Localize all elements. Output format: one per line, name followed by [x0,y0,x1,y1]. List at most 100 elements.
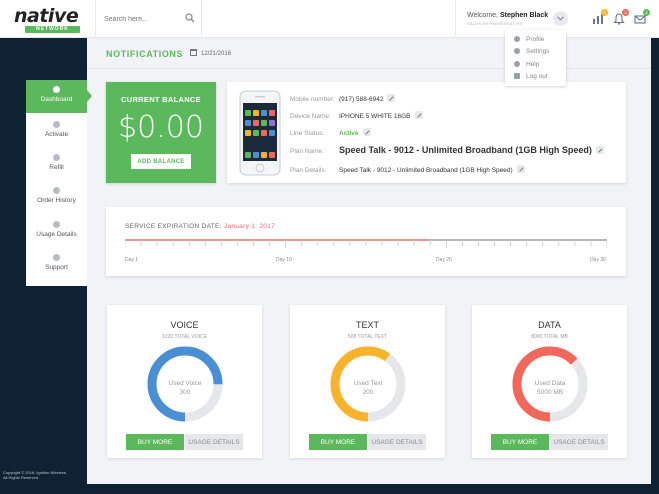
expiration-title: SERVICE EXPIRATION DATE: January 1, 2017 [125,223,275,230]
device-info-card: Mobile number: (917) 588-6942 Device Name… [227,82,626,183]
edit-pencil-icon[interactable] [516,165,525,173]
edit-pencil-icon[interactable] [414,111,423,119]
info-label: Mobile number: [290,96,335,103]
info-row-mobile: Mobile number: (917) 588-6942 [290,94,396,103]
menu-item-help[interactable]: Help [514,60,539,69]
sidebar: Dashboard Activate Refill Order History … [26,80,92,286]
sidebar-item-dashboard[interactable]: Dashboard [26,80,92,113]
messages-button[interactable]: 1 [634,9,650,24]
service-expiration-card: SERVICE EXPIRATION DATE: January 1, 2017… [106,207,626,276]
expiration-progress-track [125,239,607,248]
user-role: SALES REPRESENTATIVE [467,21,523,26]
current-balance-card: CURRENT BALANCE $0.00 ADD BALANCE [106,82,216,183]
sidebar-item-refill[interactable]: Refill [26,148,87,181]
date-text: 12/21/2016 [201,51,232,57]
tick-label-day-20: Day 20 [436,257,452,263]
expiration-date: January 1, 2017 [223,223,276,230]
menu-item-label: Log out [526,73,548,80]
expiration-label: SERVICE EXPIRATION DATE: [125,223,222,230]
stats-badge: 1 [601,9,608,16]
used-value: 300 [179,389,191,396]
info-label: Line Status: [290,130,325,137]
phone-image [239,90,281,176]
used-value: 5000 MB [536,389,564,396]
copyright-line: All Rights Reserved. [3,475,40,480]
user-name: Stephen Black [499,12,549,19]
edit-pencil-icon[interactable] [387,94,396,102]
used-value: 200 [362,389,374,396]
sidebar-item-label: Usage Details [36,231,77,238]
data-usage-card: DATA 8000 TOTAL MB Used Data 5000 MB BUY … [472,305,627,458]
calendar-icon [190,49,197,56]
text-usage-details-button[interactable]: USAGE DETAILS [368,434,426,450]
info-row-plan-details: Plan Details: Speed Talk - 9012 - Unlimit… [290,165,525,174]
edit-pencil-icon[interactable] [362,128,371,136]
logo-subtext: NETWORK [25,26,80,33]
menu-item-settings[interactable]: Settings [514,47,550,56]
tick-label-day-10: Day 10 [276,257,292,263]
sidebar-item-order-history[interactable]: Order History [26,181,87,214]
header-divider [87,68,651,69]
info-label: Plan Name: [290,148,324,155]
sidebar-item-label: Dashboard [40,96,73,103]
info-row-device: Device Name: IPHONE 5 WHITE 16GB [290,111,423,120]
donut-center-label: Used Voice 300 [146,379,224,397]
messages-badge: 1 [643,9,650,16]
user-dropdown-menu: Profile Settings Help Log out [505,30,566,86]
sidebar-item-label: Order History [37,197,76,204]
support-icon [53,254,60,261]
brand-logo[interactable]: native NETWORK [14,7,80,33]
sidebar-item-support[interactable]: Support [26,248,87,281]
usage-title: VOICE [170,320,199,330]
sidebar-item-activate[interactable]: Activate [26,115,87,148]
usage-total: 1220 TOTAL VOICE [162,334,207,340]
text-usage-card: TEXT 508 TOTAL TEXT Used Text 200 BUY MOR… [290,305,445,458]
order-history-icon [53,187,60,194]
plan-details: Speed Talk - 9012 - Unlimited Broadband … [339,167,513,174]
donut-center-label: Used Text 200 [329,379,407,397]
menu-item-profile[interactable]: Profile [514,35,544,44]
logout-icon [514,72,520,79]
info-row-plan-name: Plan Name: Speed Talk - 9012 - Unlimited … [290,145,604,155]
notifications-button[interactable]: 3 [613,9,629,25]
search-input[interactable] [104,12,182,26]
voice-usage-details-button[interactable]: USAGE DETAILS [185,434,243,450]
add-balance-button[interactable]: ADD BALANCE [131,154,191,169]
logo-text: native [14,5,79,27]
chevron-down-icon [557,16,564,21]
buy-more-data-button[interactable]: BUY MORE [491,434,549,450]
usage-total: 8000 TOTAL MB [531,334,568,340]
balance-title: CURRENT BALANCE [121,95,201,104]
info-label: Plan Details: [290,167,327,174]
sidebar-item-usage-details[interactable]: Usage Details [26,215,87,248]
refill-icon [53,154,60,161]
activate-icon [53,121,60,128]
search-box [95,0,202,38]
voice-usage-card: VOICE 1220 TOTAL VOICE Used Voice 300 BUY… [107,305,262,458]
buy-more-text-button[interactable]: BUY MORE [309,434,367,450]
device-name: IPHONE 5 WHITE 16GB [339,113,411,120]
copyright: Copyright © 2016. Ignition Wireless. All… [3,470,67,480]
user-icon [514,35,520,42]
stats-button[interactable]: 1 [592,9,608,24]
menu-item-logout[interactable]: Log out [514,72,548,81]
tick-label-day-30: Day 30 [590,257,606,263]
welcome-prefix: Welcome, [467,12,500,19]
buy-more-voice-button[interactable]: BUY MORE [126,434,184,450]
used-label: Used Data [534,380,566,387]
mobile-number: (917) 588-6942 [339,96,384,103]
menu-item-label: Help [526,61,540,68]
sidebar-item-label: Refill [49,164,64,171]
search-icon[interactable] [185,13,195,23]
usage-total: 508 TOTAL TEXT [347,334,388,340]
usage-details-icon [53,221,60,228]
used-label: Used Text [353,380,383,387]
menu-item-label: Settings [526,48,550,55]
sidebar-item-label: Activate [44,131,69,138]
menu-item-label: Profile [526,36,545,43]
user-menu-toggle[interactable] [553,11,568,26]
page-title: NOTIFICATIONS [106,49,184,59]
edit-pencil-icon[interactable] [595,146,604,154]
help-icon [514,60,520,67]
data-usage-details-button[interactable]: USAGE DETAILS [550,434,608,450]
